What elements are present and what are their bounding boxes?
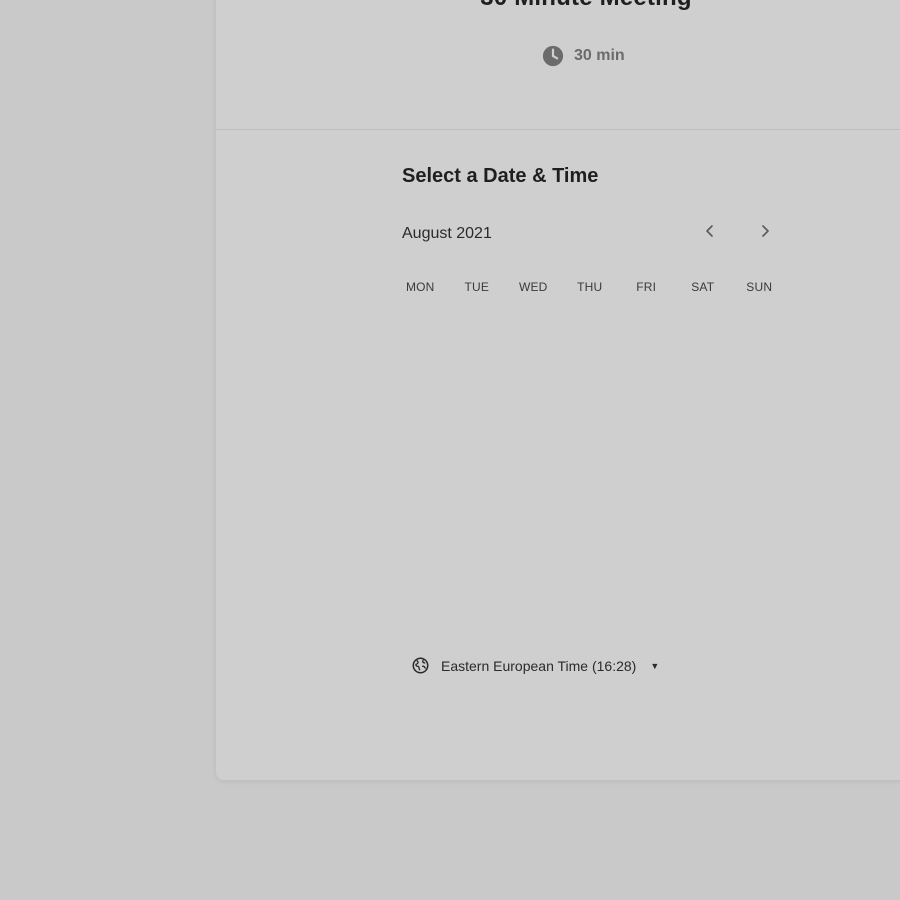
section-title: Select a Date & Time — [402, 165, 599, 187]
previous-month-button[interactable] — [696, 219, 724, 247]
globe-icon — [412, 657, 429, 674]
weekday-label: SUN — [746, 280, 773, 294]
month-label: August 2021 — [402, 225, 492, 242]
duration-label: 30 min — [574, 47, 625, 64]
timezone-label: Eastern European Time (16:28) — [441, 657, 637, 674]
timezone-selector[interactable]: Eastern European Time (16:28) ▼ — [412, 657, 659, 674]
next-month-button[interactable] — [751, 219, 779, 247]
scheduling-card: 30 Minute Meeting 30 min Select a Date &… — [216, 0, 900, 780]
weekday-label: FRI — [636, 280, 657, 294]
weekday-label: WED — [518, 280, 548, 294]
weekday-label: MON — [405, 280, 435, 294]
event-duration: 30 min — [542, 45, 625, 67]
clock-icon — [542, 45, 564, 67]
event-title: 30 Minute Meeting — [216, 0, 900, 12]
chevron-right-icon — [758, 224, 772, 243]
weekday-label: THU — [577, 280, 603, 294]
chevron-left-icon — [703, 224, 717, 243]
weekday-header-row: MON TUE WED THU FRI SAT SUN — [392, 280, 788, 294]
caret-down-icon: ▼ — [650, 660, 660, 671]
weekday-label: TUE — [464, 280, 490, 294]
page-background: 30 Minute Meeting 30 min Select a Date &… — [0, 0, 900, 900]
event-header: 30 Minute Meeting 30 min — [216, 0, 900, 130]
weekday-label: SAT — [691, 280, 715, 294]
